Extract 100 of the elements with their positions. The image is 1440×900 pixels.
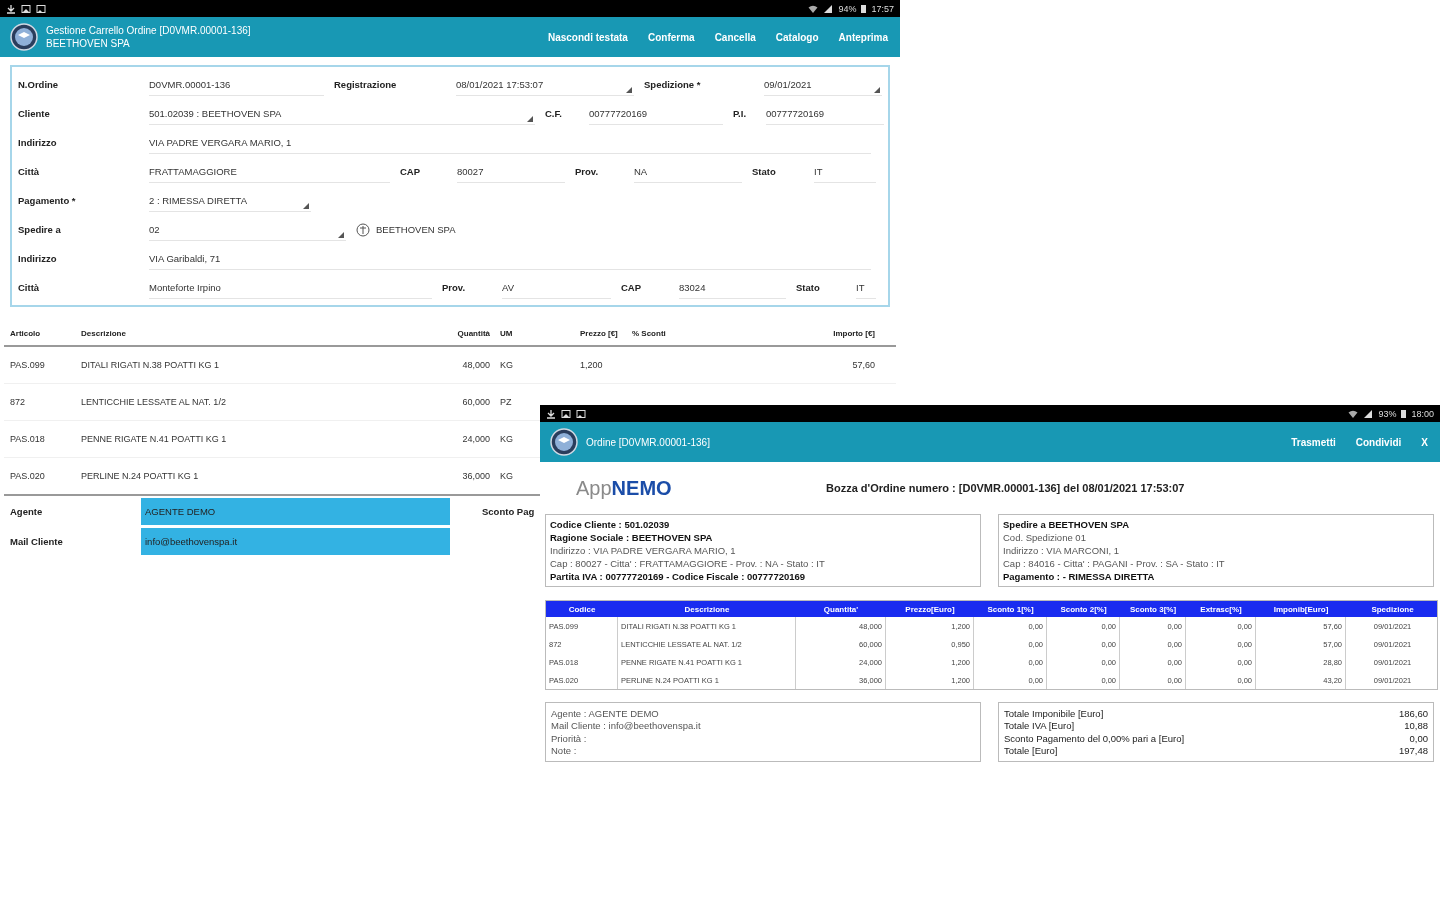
image-icon <box>36 3 46 14</box>
table-cell-text: PERLINE N.24 POATTI KG 1 <box>81 471 200 481</box>
input-field[interactable]: NA <box>634 160 742 183</box>
field-label: Registrazione <box>333 79 398 90</box>
input-field[interactable]: 83024 <box>679 276 786 299</box>
column-header: Articolo <box>10 328 42 338</box>
input-field[interactable]: VIA Garibaldi, 71 <box>149 247 871 270</box>
total-label: Totale Imponibile [Euro] <box>1004 707 1104 719</box>
battery-icon <box>1401 409 1407 418</box>
image-icon <box>21 3 31 14</box>
field-label: CAP <box>399 166 422 177</box>
table-cell-text: DITALI RIGATI N.38 POATTI KG 1 <box>81 360 221 370</box>
info-line: Mail Cliente : info@beethovenspa.it <box>551 720 702 732</box>
resize-corner-icon <box>626 86 632 93</box>
column-header: Imponib[Euro] <box>1272 604 1330 614</box>
field-label: Spedire a <box>17 224 62 235</box>
app-logo: AppNEMO <box>576 476 673 500</box>
table-cell-text: PAS.099 <box>10 360 46 370</box>
field-label: Prov. <box>574 166 600 177</box>
input-field[interactable]: D0VMR.00001-136 <box>149 73 324 96</box>
document-heading: Bozza d'Ordine numero : [D0VMR.00001-136] del 08/01/2021 17:53:07 <box>826 482 1185 494</box>
dropdown-field[interactable]: 08/01/2021 17:53:07 <box>456 73 634 96</box>
signal-icon <box>1363 408 1374 419</box>
window-title: Ordine [D0VMR.00001-136] <box>586 436 711 448</box>
info-line: Note : <box>551 745 578 757</box>
table-cell-text: KG <box>500 471 514 481</box>
field-label: Stato <box>795 282 821 293</box>
info-line: Cap : 80027 - Citta' : FRATTAMAGGIORE - Prov. : NA - Stato : IT <box>550 558 826 569</box>
download-icon <box>546 408 556 419</box>
column-header: Sconto 3[%] <box>1128 604 1178 614</box>
input-field[interactable]: AGENTE DEMO <box>141 497 450 525</box>
total-value: 0,00 <box>1409 732 1428 744</box>
resize-corner-icon <box>527 115 533 122</box>
table-cell-text: PENNE RIGATE N.41 POATTI KG 1 <box>81 434 228 444</box>
column-header: Sconto 1[%] <box>986 604 1035 614</box>
resize-corner-icon <box>874 86 880 93</box>
field-label: Prov. <box>441 282 467 293</box>
table-cell-text: 872 <box>10 397 27 407</box>
info-line: Codice Cliente : 501.02039 <box>550 519 671 530</box>
field-label: Spedizione * <box>643 79 702 90</box>
info-line: Partita IVA : 00777720169 - Codice Fiscale : 00777720169 <box>550 571 807 582</box>
column-header: UM <box>500 328 514 338</box>
input-field[interactable]: AV <box>502 276 611 299</box>
signal-icon <box>823 3 834 14</box>
battery-percent: 94% <box>838 3 857 14</box>
input-field[interactable]: 00777720169 <box>766 102 884 125</box>
field-label: N.Ordine <box>17 79 60 90</box>
field-label: CAP <box>620 282 643 293</box>
table-cell-text: 48,000 <box>461 360 491 370</box>
table-cell-text: 36,000 <box>461 471 491 481</box>
input-field[interactable]: 00777720169 <box>589 102 723 125</box>
app-logo-icon <box>550 428 578 456</box>
column-header: Sconto 2[%] <box>1059 604 1108 614</box>
total-value: 10,88 <box>1404 720 1428 732</box>
table-cell-text: 24,000 <box>461 434 491 444</box>
info-line: Cap : 84016 - Citta' : PAGANI - Prov. : SA - Stato : IT <box>1003 558 1226 569</box>
window-title: Gestione Carrello Ordine [D0VMR.00001-136] <box>46 25 252 36</box>
dropdown-field[interactable]: 501.02039 : BEETHOVEN SPA <box>149 102 535 125</box>
input-field[interactable]: FRATTAMAGGIORE <box>149 160 390 183</box>
field-label: Città <box>17 282 41 293</box>
dropdown-field[interactable]: 09/01/2021 <box>764 73 882 96</box>
table-cell-text: 1,200 <box>580 360 604 370</box>
table-cell-text: PAS.018 <box>10 434 46 444</box>
column-header: Codice <box>567 604 597 614</box>
table-cell-text: LENTICCHIE LESSATE AL NAT. 1/2 <box>81 397 227 407</box>
column-header: Spedizione <box>1370 604 1415 614</box>
field-label: Agente <box>10 505 44 517</box>
input-field[interactable]: IT <box>814 160 876 183</box>
column-header: Descrizione <box>81 328 127 338</box>
wifi-icon <box>1348 408 1359 419</box>
resize-corner-icon <box>338 231 344 238</box>
total-value: 197,48 <box>1398 745 1428 757</box>
total-label: Sconto Pagamento del 0,00% pari a [Euro] <box>1004 732 1185 744</box>
input-field[interactable]: IT <box>856 276 876 299</box>
column-header: Quantita' <box>822 604 860 614</box>
column-header: % Sconti <box>632 328 667 338</box>
table-cell-text: KG <box>500 360 514 370</box>
resize-corner-icon <box>303 202 309 209</box>
wifi-icon <box>808 3 819 14</box>
battery-icon <box>861 4 867 13</box>
table-cell-text: KG <box>500 434 514 444</box>
info-line: Pagamento : - RIMESSA DIRETTA <box>1003 571 1156 582</box>
dropdown-field[interactable]: 02 <box>149 218 346 241</box>
column-header: Prezzo[Euro] <box>904 604 956 614</box>
circle-arrow-icon[interactable] <box>356 222 370 237</box>
input-field[interactable]: 80027 <box>457 160 565 183</box>
field-label: Pagamento * <box>17 195 77 206</box>
input-field[interactable]: info@beethovenspa.it <box>141 527 450 555</box>
input-field[interactable]: VIA PADRE VERGARA MARIO, 1 <box>149 131 871 154</box>
field-label: Cliente <box>17 108 51 119</box>
field-label: C.F. <box>544 108 563 119</box>
table-cell-text: PZ <box>500 397 513 407</box>
dropdown-field[interactable]: 2 : RIMESSA DIRETTA <box>149 189 311 212</box>
column-header: Extrasc[%] <box>1199 604 1243 614</box>
info-line: Priorità : <box>551 732 588 744</box>
app-logo-icon <box>10 23 38 51</box>
field-label: Sconto Pag <box>482 505 535 517</box>
input-field[interactable]: Monteforte Irpino <box>149 276 432 299</box>
total-label: Totale IVA [Euro] <box>1004 720 1075 732</box>
column-header: Prezzo [€] <box>580 328 619 338</box>
